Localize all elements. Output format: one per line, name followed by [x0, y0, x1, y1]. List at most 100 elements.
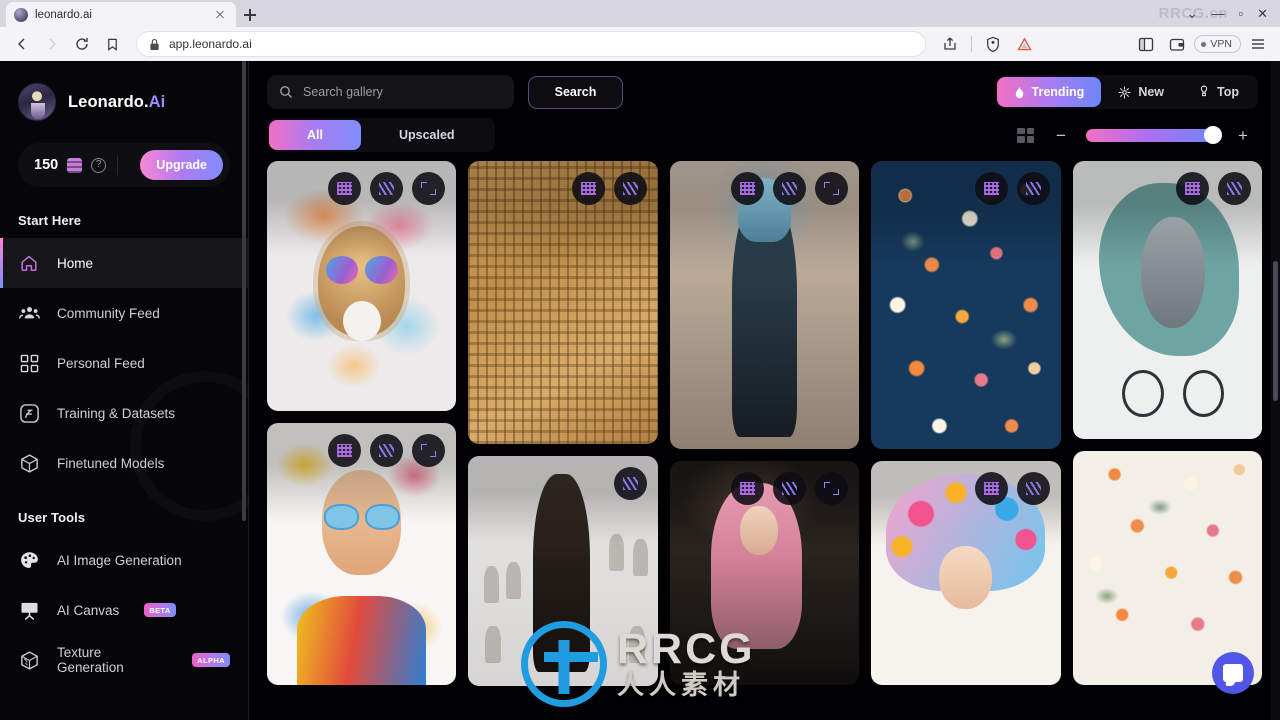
main-scrollbar-thumb[interactable] — [1273, 261, 1278, 401]
forward-icon[interactable] — [38, 30, 66, 58]
vpn-badge[interactable]: VPN — [1194, 35, 1241, 53]
sidebar-scrollbar[interactable] — [242, 61, 246, 521]
brave-leo-icon[interactable] — [1010, 30, 1038, 58]
slash-icon-button[interactable] — [370, 172, 404, 205]
pattern-icon-button[interactable] — [328, 434, 362, 467]
chevron-down-icon[interactable]: ⌄ — [1187, 7, 1198, 20]
alpha-badge: ALPHA — [192, 653, 230, 667]
slash-icon — [1025, 482, 1041, 495]
grid-icon — [18, 352, 40, 374]
gallery-card-dark-warrior-sheet[interactable] — [468, 456, 658, 686]
slash-icon-button[interactable] — [773, 472, 807, 505]
close-icon[interactable] — [212, 7, 228, 23]
gallery-card-pink-hair-fantasy[interactable] — [669, 461, 860, 685]
pattern-icon-button[interactable] — [731, 172, 765, 205]
gallery-card-navy-floral-pattern[interactable] — [871, 161, 1061, 449]
sidebar-item-community-feed[interactable]: Community Feed — [0, 288, 248, 338]
pattern-icon-button[interactable] — [571, 172, 605, 205]
address-bar[interactable]: app.leonardo.ai — [136, 31, 927, 57]
divider — [971, 36, 973, 52]
sidebar-item-personal-feed[interactable]: Personal Feed — [0, 338, 248, 388]
search-button[interactable]: Search — [528, 75, 623, 109]
minimize-button[interactable]: — — [1211, 7, 1224, 20]
brand-logo-area[interactable]: Leonardo.Ai — [0, 83, 248, 121]
slash-icon-button[interactable] — [1218, 172, 1252, 205]
pattern-icon-button[interactable] — [731, 472, 765, 505]
slash-icon-button[interactable] — [1016, 172, 1050, 205]
card-action-buttons — [328, 172, 446, 205]
sidebar-item-label: Finetuned Models — [57, 455, 165, 471]
slash-icon-button[interactable] — [370, 434, 404, 467]
tab-upscaled[interactable]: Upscaled — [361, 120, 493, 150]
share-icon[interactable] — [936, 30, 964, 58]
tab-all[interactable]: All — [269, 120, 361, 150]
brand-name-accent: Ai — [148, 92, 166, 111]
expand-icon-button[interactable] — [412, 434, 446, 467]
sidebar-item-label: Texture Generation — [57, 645, 124, 675]
slash-icon-button[interactable] — [613, 467, 647, 500]
search-input[interactable]: Search gallery — [267, 75, 514, 109]
expand-icon-button[interactable] — [412, 172, 446, 205]
new-tab-button[interactable] — [236, 2, 264, 27]
brave-wallet-icon[interactable] — [1163, 30, 1191, 58]
brand-name-main: Leonardo. — [68, 92, 149, 111]
zoom-out-button[interactable]: − — [1054, 127, 1068, 144]
artwork-detail — [297, 595, 427, 685]
slash-icon — [379, 182, 395, 195]
expand-icon-button[interactable] — [815, 472, 849, 505]
pattern-icon-button[interactable] — [974, 172, 1008, 205]
browser-tab[interactable]: leonardo.ai — [6, 2, 236, 27]
hamburger-menu-icon[interactable] — [1244, 30, 1272, 58]
maximize-button[interactable]: ▫ — [1238, 7, 1243, 20]
grid-view-icon[interactable] — [1017, 127, 1036, 143]
zoom-slider[interactable] — [1086, 126, 1222, 144]
token-coin-icon — [67, 157, 83, 173]
vpn-label: VPN — [1210, 38, 1232, 50]
pattern-icon-button[interactable] — [1176, 172, 1210, 205]
sidebar-item-texture-generation[interactable]: Texture Generation ALPHA — [0, 635, 248, 685]
expand-icon — [421, 182, 437, 195]
sidebar-item-ai-image-generation[interactable]: AI Image Generation — [0, 535, 248, 585]
gallery-card-watercolor-lion[interactable] — [267, 161, 457, 411]
sidebar-item-finetuned-models[interactable]: Finetuned Models — [0, 438, 248, 488]
slash-icon-button[interactable] — [1016, 472, 1050, 505]
slash-icon — [622, 182, 638, 195]
reload-icon[interactable] — [68, 30, 96, 58]
help-circle-icon[interactable]: ? — [91, 157, 107, 173]
upgrade-button[interactable]: Upgrade — [140, 150, 223, 180]
gallery-card-swirl-hair-portrait[interactable] — [871, 461, 1061, 685]
gallery-card-koala-on-bicycle[interactable] — [1072, 161, 1262, 439]
gallery-card-light-floral-pattern[interactable] — [1072, 451, 1262, 685]
slash-icon-button[interactable] — [613, 172, 647, 205]
gallery-card-egyptian-hieroglyphs[interactable] — [468, 161, 658, 444]
zoom-in-button[interactable]: + — [1236, 127, 1250, 144]
tab-strip: leonardo.ai RRCG.cn ⌄ — ▫ ✕ — [0, 0, 1280, 27]
bookmark-icon[interactable] — [98, 30, 126, 58]
gallery-card-blue-haired-warrior[interactable] — [669, 161, 860, 449]
close-window-button[interactable]: ✕ — [1257, 7, 1268, 20]
sidebar-item-ai-canvas[interactable]: AI Canvas BETA — [0, 585, 248, 635]
sidebar-item-home[interactable]: Home — [0, 238, 248, 288]
tab-top[interactable]: Top — [1181, 77, 1256, 107]
slash-icon — [782, 182, 798, 195]
slash-icon-button[interactable] — [773, 172, 807, 205]
back-icon[interactable] — [8, 30, 36, 58]
pattern-icon — [740, 482, 756, 495]
slider-handle[interactable] — [1204, 126, 1222, 144]
gallery-column — [871, 161, 1061, 720]
expand-icon-button[interactable] — [815, 172, 849, 205]
tab-trending[interactable]: Trending — [996, 77, 1102, 107]
gallery-card-colorful-girl-glasses[interactable] — [267, 423, 457, 685]
gallery-toolbar: Search gallery Search Trending New Top A… — [249, 61, 1280, 152]
chat-support-button[interactable] — [1212, 652, 1254, 694]
brave-shield-icon[interactable] — [979, 30, 1007, 58]
sidebar-toggle-icon[interactable] — [1132, 30, 1160, 58]
pattern-icon-button[interactable] — [974, 472, 1008, 505]
pattern-icon — [337, 182, 353, 195]
sidebar-item-training-datasets[interactable]: Training & Datasets — [0, 388, 248, 438]
artwork-detail — [342, 301, 381, 341]
pattern-icon-button[interactable] — [328, 172, 362, 205]
window-controls: ⌄ — ▫ ✕ — [1187, 0, 1276, 27]
tab-new[interactable]: New — [1101, 77, 1181, 107]
sparkle-icon — [1118, 85, 1131, 99]
